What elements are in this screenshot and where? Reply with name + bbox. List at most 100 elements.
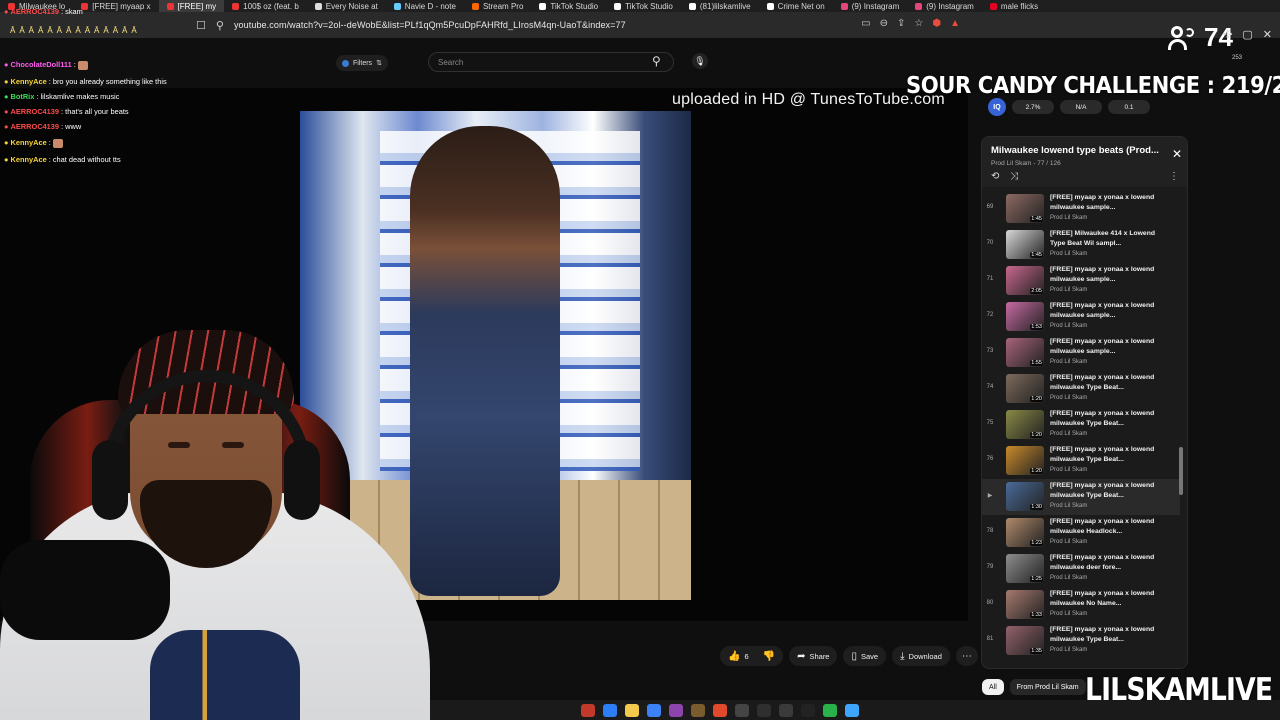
download-label: Download (908, 651, 942, 661)
playlist-item[interactable]: 72 1:53 [FREE] myaap x yonaa x lowend milw… (982, 299, 1180, 335)
browser-tab[interactable]: Stream Pro (464, 0, 531, 12)
browser-tab[interactable]: TikTok Studio (606, 0, 681, 12)
browser-tab[interactable]: (9) Instagram (907, 0, 982, 12)
browser-tab[interactable]: TikTok Studio (531, 0, 606, 12)
taskbar-app-icon[interactable] (845, 703, 859, 717)
bookmark-icon[interactable]: ☐ (196, 19, 206, 32)
playlist-item-thumbnail[interactable]: 1:30 (1006, 482, 1044, 511)
taskbar-app-icon[interactable] (713, 703, 727, 717)
playlist-item-title[interactable]: [FREE] myaap x yonaa x lowend milwaukee … (1050, 589, 1172, 609)
browser-tab[interactable]: [FREE] my (158, 0, 225, 12)
playlist-item[interactable]: 81 1:35 [FREE] myaap x yonaa x lowend milw… (982, 623, 1180, 659)
chip-from-channel[interactable]: From Prod Lil Skam (1009, 679, 1086, 695)
playlist-item-thumbnail[interactable]: 1:25 (1006, 554, 1044, 583)
download-button[interactable]: ⤓ Download (892, 646, 950, 666)
playlist-item[interactable]: 80 1:33 [FREE] myaap x yonaa x lowend milw… (982, 587, 1180, 623)
playlist-item-thumbnail[interactable]: 1:53 (1006, 302, 1044, 331)
chat-message: ● KennyAce : bro you already something l… (4, 77, 167, 86)
playlist-item-title[interactable]: [FREE] myaap x yonaa x lowend milwaukee … (1050, 337, 1172, 357)
playlist-item-title[interactable]: [FREE] myaap x yonaa x lowend milwaukee … (1050, 265, 1172, 285)
taskbar-app-icon[interactable] (735, 703, 749, 717)
cast-icon[interactable]: ▭ (861, 18, 870, 29)
playlist-item-thumbnail[interactable]: 2:05 (1006, 266, 1044, 295)
taskbar-app-icon[interactable] (691, 703, 705, 717)
playlist-item-thumbnail[interactable]: 1:45 (1006, 230, 1044, 259)
chip-all[interactable]: All (982, 679, 1004, 695)
window-icon[interactable]: ▢ (1242, 28, 1252, 41)
taskbar-app-icon[interactable] (779, 703, 793, 717)
close-window-icon[interactable]: ✕ (1263, 28, 1272, 41)
chat-username: AERROC4139 (10, 7, 59, 16)
playlist-item-thumbnail[interactable]: 1:23 (1006, 518, 1044, 547)
share-page-icon[interactable]: ⇪ (897, 18, 905, 29)
taskbar-app-icon[interactable] (647, 703, 661, 717)
extension-alert-icon[interactable]: ▲ (950, 18, 960, 29)
playlist-item-thumbnail[interactable]: 1:45 (1006, 194, 1044, 223)
playlist-title[interactable]: Milwaukee lowend type beats (Prod... (991, 145, 1169, 156)
playlist-channel[interactable]: Prod Lil Skam (991, 160, 1031, 167)
taskbar-app-icon[interactable] (625, 703, 639, 717)
more-actions-button[interactable]: ⋯ (955, 646, 978, 666)
browser-tab[interactable]: Every Noise at (307, 0, 386, 12)
puzzle-icon[interactable]: ✣ (1223, 28, 1232, 41)
playlist-item-title[interactable]: [FREE] myaap x yonaa x lowend milwaukee … (1050, 193, 1172, 213)
playlist-item-title[interactable]: [FREE] myaap x yonaa x lowend milwaukee … (1050, 373, 1172, 393)
browser-tab[interactable]: Crime Net on (759, 0, 833, 12)
search-input[interactable]: Search (428, 52, 674, 72)
browser-tab[interactable]: 100$ oz (feat. b (224, 0, 307, 12)
playlist-item-thumbnail[interactable]: 1:55 (1006, 338, 1044, 367)
playlist-item-thumbnail[interactable]: 1:35 (1006, 626, 1044, 655)
like-count: 6 (744, 651, 749, 661)
shuffle-icon[interactable]: ⤨ (1010, 171, 1018, 182)
playlist-item[interactable]: 70 1:45 [FREE] Milwaukee 414 x Lowend Type… (982, 227, 1180, 263)
playlist-item[interactable]: 78 1:23 [FREE] myaap x yonaa x lowend milw… (982, 515, 1180, 551)
site-info-icon[interactable]: ⚲ (216, 19, 224, 32)
taskbar-app-icon[interactable] (669, 703, 683, 717)
browser-tab[interactable]: male flicks (982, 0, 1046, 12)
playlist-item-title[interactable]: [FREE] Milwaukee 414 x Lowend Type Beat … (1050, 229, 1172, 249)
playlist-item[interactable]: 69 1:45 [FREE] myaap x yonaa x lowend milw… (982, 191, 1180, 227)
taskbar-app-icon[interactable] (603, 703, 617, 717)
playlist-item-thumbnail[interactable]: 1:33 (1006, 590, 1044, 619)
playlist-item[interactable]: 79 1:25 [FREE] myaap x yonaa x lowend milw… (982, 551, 1180, 587)
loop-icon[interactable]: ⟲ (991, 171, 999, 182)
playlist-item[interactable]: 74 1:20 [FREE] myaap x yonaa x lowend milw… (982, 371, 1180, 407)
like-button[interactable]: 👍 6 👎 (720, 646, 784, 666)
playlist-item-title[interactable]: [FREE] myaap x yonaa x lowend milwaukee … (1050, 409, 1172, 429)
playlist-item[interactable]: 76 1:20 [FREE] myaap x yonaa x lowend milw… (982, 443, 1180, 479)
filters-button[interactable]: Filters ⇅ (336, 55, 388, 71)
playlist-item-title[interactable]: [FREE] myaap x yonaa x lowend milwaukee … (1050, 301, 1172, 321)
more-options-icon[interactable]: ⋮ (1169, 171, 1179, 182)
taskbar-app-icon[interactable] (823, 703, 837, 717)
playlist-item-title[interactable]: [FREE] myaap x yonaa x lowend milwaukee … (1050, 625, 1172, 645)
browser-tab[interactable]: [FREE] myaap x (73, 0, 158, 12)
playlist-item[interactable]: ▶ 1:30 [FREE] myaap x yonaa x lowend milwa… (982, 479, 1180, 515)
browser-tab[interactable]: Navie D - note (386, 0, 464, 12)
playlist-item-thumbnail[interactable]: 1:20 (1006, 410, 1044, 439)
url-field[interactable]: youtube.com/watch?v=2ol--deWobE&list=PLf… (234, 20, 626, 30)
taskbar-app-icon[interactable] (801, 703, 815, 717)
close-icon[interactable]: ✕ (1172, 147, 1182, 161)
search-icon[interactable]: ⚲ (652, 54, 661, 68)
zoom-icon[interactable]: ⊖ (880, 18, 888, 29)
playlist-item-thumbnail[interactable]: 1:20 (1006, 374, 1044, 403)
playlist-item[interactable]: 71 2:05 [FREE] myaap x yonaa x lowend milw… (982, 263, 1180, 299)
share-button[interactable]: ➦ Share (789, 646, 838, 666)
browser-tab[interactable]: (81)lilskamlive (681, 0, 759, 12)
playlist-scrollbar[interactable] (1179, 187, 1184, 667)
playlist-item-title[interactable]: [FREE] myaap x yonaa x lowend milwaukee … (1050, 553, 1172, 573)
playlist-item-thumbnail[interactable]: 1:20 (1006, 446, 1044, 475)
save-button[interactable]: ▯ Save (843, 646, 887, 666)
playlist-item[interactable]: 75 1:20 [FREE] myaap x yonaa x lowend milw… (982, 407, 1180, 443)
extension-red-icon[interactable]: ⬢ (932, 18, 941, 29)
taskbar-app-icon[interactable] (757, 703, 771, 717)
thumbs-down-icon[interactable]: 👎 (763, 651, 775, 662)
playlist-item-title[interactable]: [FREE] myaap x yonaa x lowend milwaukee … (1050, 445, 1172, 465)
voice-search-icon[interactable]: 🎙 (692, 53, 708, 69)
browser-tab[interactable]: (9) Instagram (833, 0, 908, 12)
playlist-item-title[interactable]: [FREE] myaap x yonaa x lowend milwaukee … (1050, 481, 1172, 501)
taskbar-app-icon[interactable] (581, 703, 595, 717)
playlist-item[interactable]: 73 1:55 [FREE] myaap x yonaa x lowend milw… (982, 335, 1180, 371)
playlist-item-title[interactable]: [FREE] myaap x yonaa x lowend milwaukee … (1050, 517, 1172, 537)
star-icon[interactable]: ☆ (914, 18, 923, 29)
